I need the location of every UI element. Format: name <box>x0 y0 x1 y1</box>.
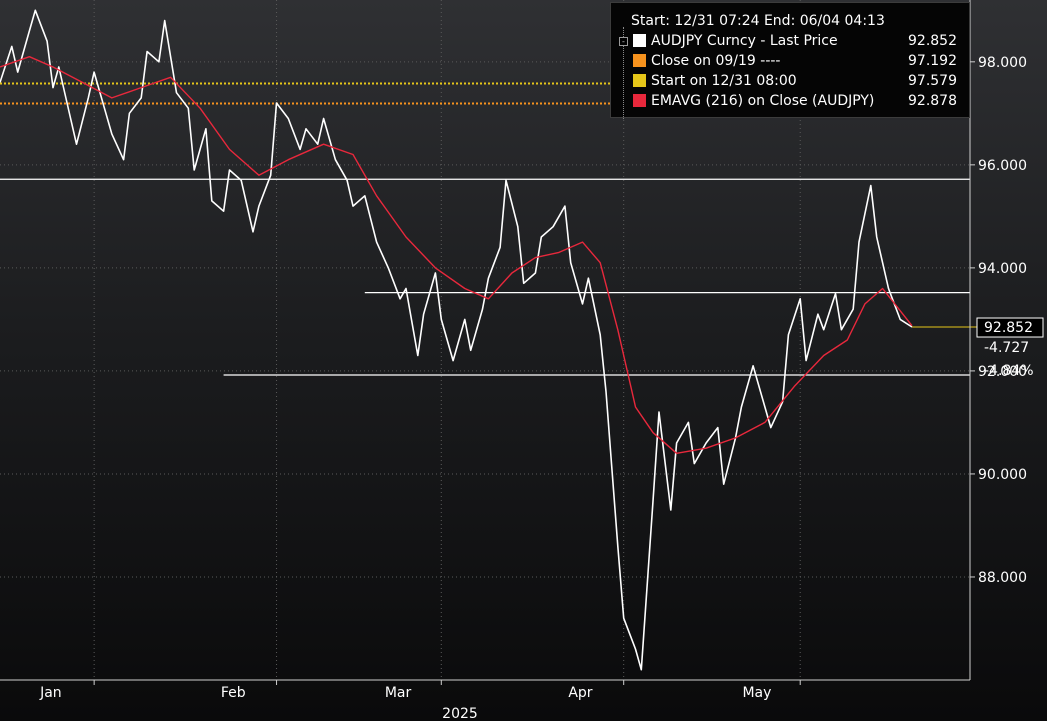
legend-label: AUDJPY Curncy - Last Price <box>651 33 838 49</box>
legend-swatch <box>633 94 646 107</box>
change-pct-tag: -4.84% <box>984 363 1034 379</box>
legend-value: 97.579 <box>908 73 957 89</box>
x-tick-label: Mar <box>385 685 412 701</box>
legend-swatch <box>633 34 646 47</box>
legend-item-last-price[interactable]: AUDJPY Curncy - Last Price 92.852 <box>629 31 961 51</box>
legend-item-ema[interactable]: EMAVG (216) on Close (AUDJPY) 92.878 <box>629 91 961 111</box>
legend-swatch <box>633 54 646 67</box>
chart-root: 98.000 96.000 94.000 92.000 90.000 88.000 Jan F… <box>0 0 1047 721</box>
last-price-tag: 92.852 <box>984 320 1033 336</box>
legend-panel: Start: 12/31 07:24 End: 06/04 04:13 - AU… <box>610 2 970 119</box>
y-tick-label: 90.000 <box>978 467 1027 483</box>
y-tick-label: 94.000 <box>978 261 1027 277</box>
x-tick-label: May <box>742 685 771 701</box>
legend-label: Start on 12/31 08:00 <box>651 73 797 89</box>
legend-collapse-toggle[interactable]: - <box>619 37 628 46</box>
y-tick-label: 98.000 <box>978 55 1027 71</box>
legend-value: 92.852 <box>908 33 957 49</box>
x-tick-label: Jan <box>39 685 62 701</box>
y-tick-label: 88.000 <box>978 570 1027 586</box>
legend-item-start[interactable]: Start on 12/31 08:00 97.579 <box>629 71 961 91</box>
change-tag: -4.727 <box>984 340 1029 356</box>
legend-value: 97.192 <box>908 53 957 69</box>
legend-value: 92.878 <box>908 93 957 109</box>
x-tick-label: Apr <box>568 685 592 701</box>
y-tick-label: 96.000 <box>978 158 1027 174</box>
x-tick-label: Feb <box>221 685 246 701</box>
x-year-label: 2025 <box>442 706 478 721</box>
legend-swatch <box>633 74 646 87</box>
legend-label: EMAVG (216) on Close (AUDJPY) <box>651 93 875 109</box>
legend-header: Start: 12/31 07:24 End: 06/04 04:13 <box>631 13 885 29</box>
legend-label: Close on 09/19 ---- <box>651 53 781 69</box>
legend-item-close[interactable]: Close on 09/19 ---- 97.192 <box>629 51 961 71</box>
